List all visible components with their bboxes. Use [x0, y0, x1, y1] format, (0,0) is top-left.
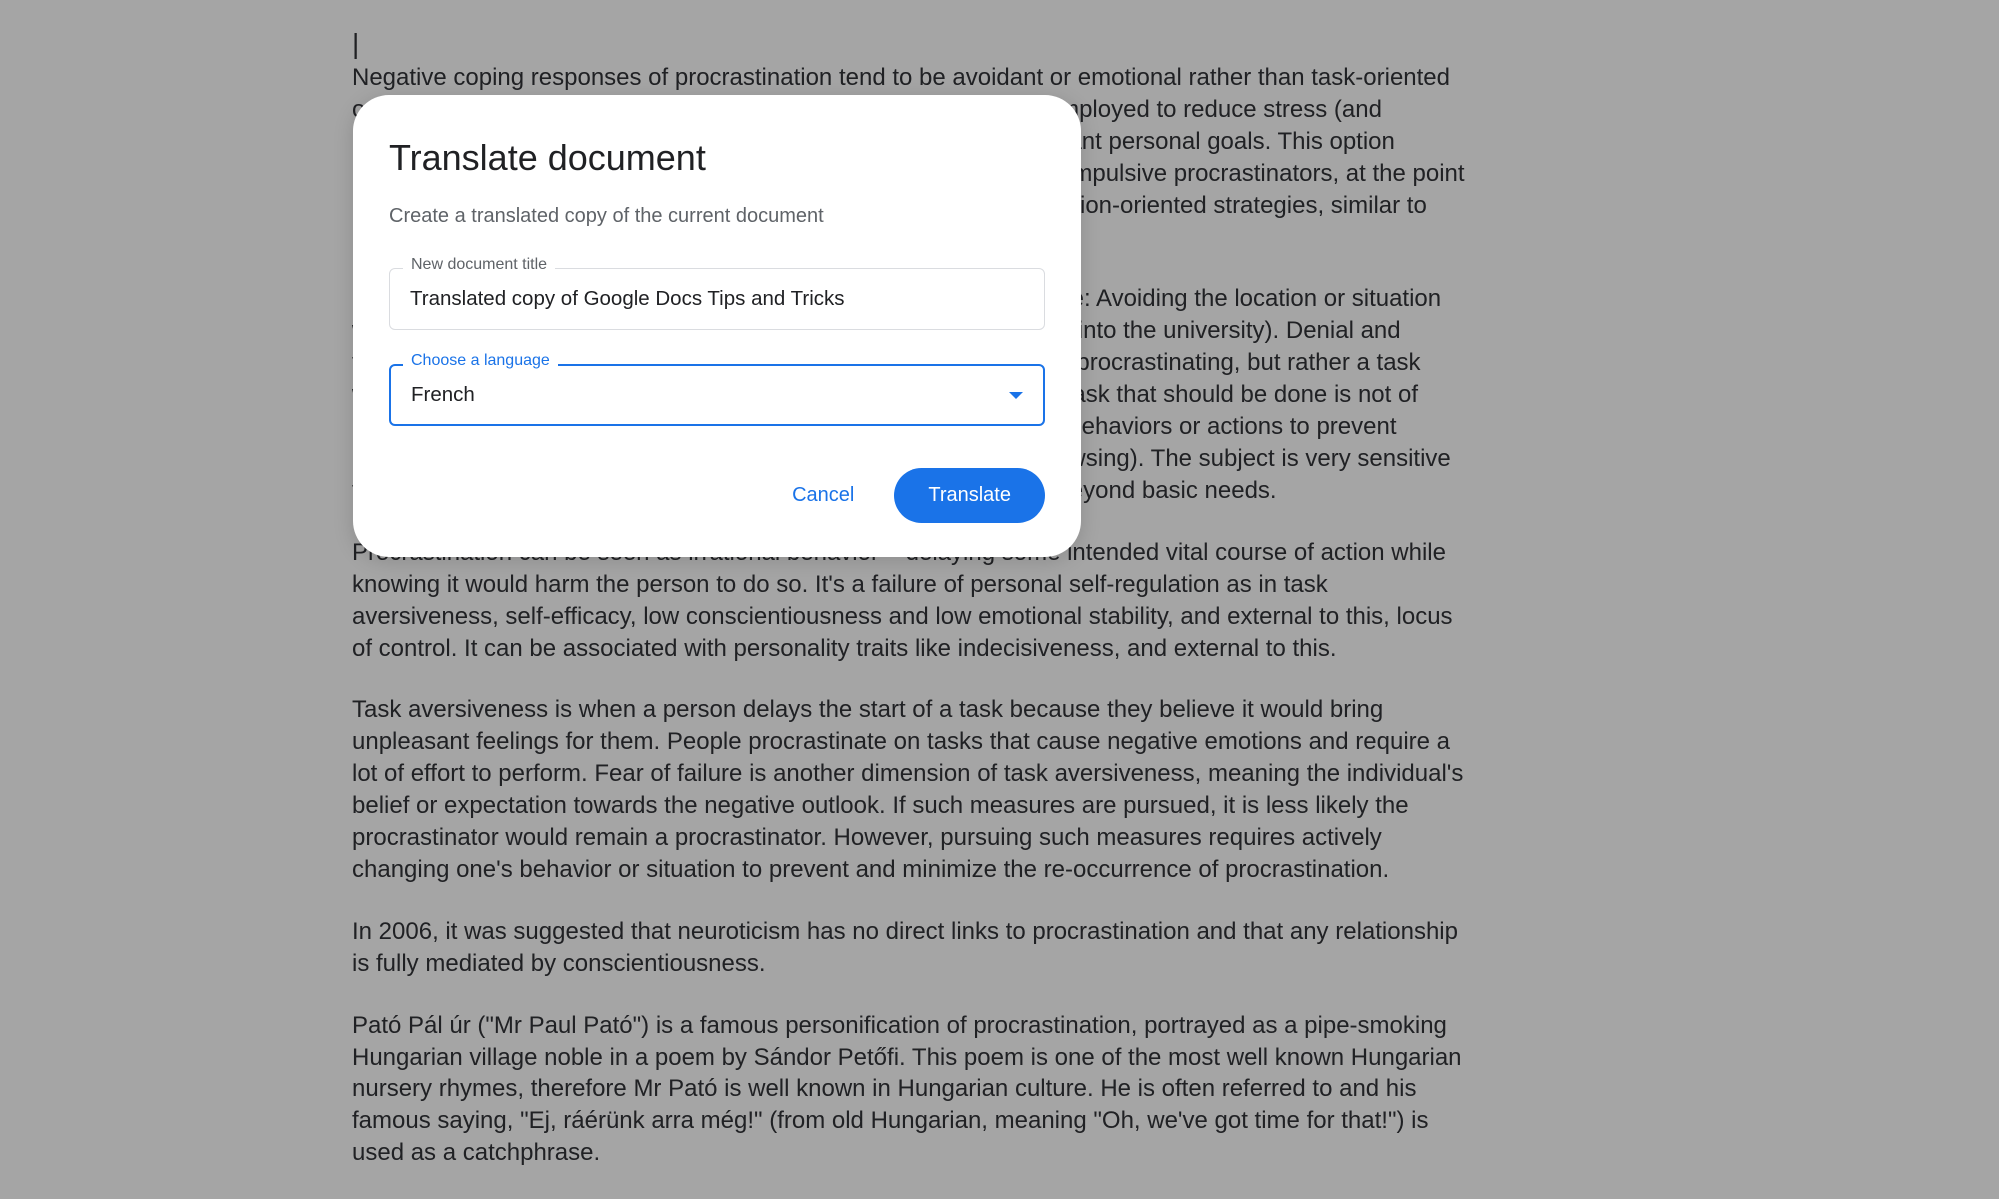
language-selected-value: French	[411, 383, 475, 407]
cancel-button[interactable]: Cancel	[780, 474, 866, 517]
language-select[interactable]: French	[389, 364, 1045, 426]
language-field-label: Choose a language	[403, 352, 558, 370]
translate-button[interactable]: Translate	[894, 468, 1045, 523]
document-paragraph: Pató Pál úr ("Mr Paul Pató") is a famous…	[352, 1010, 1467, 1170]
language-field-wrapper: Choose a language French	[389, 364, 1045, 426]
new-document-title-input[interactable]	[389, 268, 1045, 330]
translate-document-dialog: Translate document Create a translated c…	[353, 95, 1081, 557]
dialog-actions: Cancel Translate	[389, 468, 1045, 523]
chevron-down-icon	[1009, 392, 1023, 399]
title-field-wrapper: New document title	[389, 268, 1045, 330]
title-field-label: New document title	[403, 256, 555, 274]
dialog-subtitle: Create a translated copy of the current …	[389, 205, 1045, 228]
dialog-title: Translate document	[389, 137, 1045, 179]
